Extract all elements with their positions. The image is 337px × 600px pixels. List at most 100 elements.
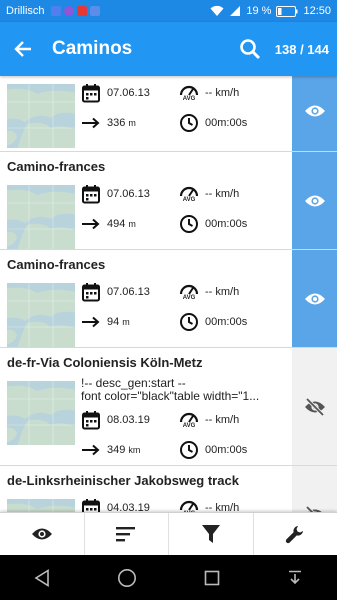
- clock-time: 12:50: [303, 5, 331, 17]
- eye-icon: [304, 195, 325, 206]
- stat-row-date-speed: 07.06.13 AVG -- km/h: [81, 277, 286, 307]
- search-icon[interactable]: [239, 38, 261, 60]
- download-arrow-icon[interactable]: [287, 570, 303, 586]
- distance-arrow-icon: [82, 316, 100, 328]
- map-thumbnail: [7, 84, 75, 148]
- description-line: font color="black"table width="1...: [81, 390, 260, 403]
- track-details: 07.06.13 AVG -- km/h 94 m 00m:00s: [7, 277, 286, 347]
- stat-row-date-speed: 08.03.19 AVG -- km/h: [81, 405, 286, 435]
- visibility-toggle[interactable]: [292, 348, 337, 465]
- back-arrow-icon[interactable]: [14, 40, 32, 58]
- track-card[interactable]: Camino-frances 07.06.13 AVG -- km/h 94 m 00m:0…: [0, 250, 337, 348]
- stat-row-date-speed: 07.06.13 AVG -- km/h: [81, 179, 286, 209]
- clock-icon: [180, 114, 198, 132]
- app-notification-icon: [50, 6, 61, 16]
- carrier-name: Drillisch: [6, 5, 45, 17]
- track-card[interactable]: de-fr-Via Coloniensis Köln-Metz !-- desc_…: [0, 348, 337, 466]
- speed-gauge-icon: AVG: [179, 185, 199, 203]
- recents-square-icon[interactable]: [204, 570, 220, 586]
- wrench-icon: [286, 526, 304, 544]
- visibility-toggle[interactable]: [292, 152, 337, 249]
- distance-stat: 494 m: [81, 214, 179, 234]
- track-speed: -- km/h: [205, 414, 240, 426]
- map-thumbnail: [7, 381, 75, 445]
- battery-icon: [276, 5, 298, 17]
- show-all-button[interactable]: [0, 513, 85, 555]
- date-stat: 07.06.13: [81, 83, 179, 103]
- track-date: 08.03.19: [107, 414, 150, 426]
- distance-unit: km: [128, 445, 141, 455]
- stat-row-date-speed: 04.03.19 AVG -- km/h: [81, 493, 286, 512]
- track-info: 07.06.13 AVG -- km/h 94 m 00m:00s: [75, 277, 286, 337]
- speed-stat: AVG -- km/h: [179, 283, 239, 301]
- track-card[interactable]: 07.06.13 AVG -- km/h 336 m 00m:00s: [0, 76, 337, 152]
- track-distance: 349: [107, 444, 126, 456]
- status-bar: Drillisch 19 % 12:50: [0, 0, 337, 22]
- date-stat: 08.03.19: [81, 410, 179, 430]
- track-duration: 00m:00s: [205, 316, 248, 328]
- calendar-icon: [82, 411, 100, 430]
- visibility-toggle[interactable]: [292, 76, 337, 151]
- eye-icon: [304, 293, 325, 304]
- track-title: Camino-frances: [7, 257, 106, 272]
- track-distance: 336: [107, 117, 126, 129]
- youtube-notification-icon: [76, 6, 87, 16]
- speed-gauge-icon: AVG: [179, 84, 199, 102]
- speed-stat: AVG -- km/h: [179, 84, 239, 102]
- eye-icon: [31, 528, 52, 540]
- track-date: 07.06.13: [107, 188, 150, 200]
- back-triangle-icon[interactable]: [34, 568, 50, 587]
- distance-stat: 94 m: [81, 312, 179, 332]
- distance-stat: 349 km: [81, 440, 179, 460]
- date-stat: 04.03.19: [81, 498, 179, 512]
- avg-label: AVG: [182, 197, 196, 203]
- sort-icon: [116, 527, 136, 542]
- app-notification-icon: [63, 6, 74, 16]
- track-card-body: Camino-frances 07.06.13 AVG -- km/h 94 m 00m:0…: [0, 250, 292, 347]
- track-speed: -- km/h: [205, 502, 240, 512]
- track-duration: 00m:00s: [205, 218, 248, 230]
- track-info: !-- desc_gen:start -- font color="black"t…: [75, 375, 286, 465]
- page-title: Caminos: [52, 38, 133, 59]
- avg-label: AVG: [182, 295, 196, 301]
- duration-stat: 00m:00s: [179, 440, 247, 460]
- distance-arrow-icon: [82, 218, 100, 230]
- clock-icon: [180, 441, 198, 459]
- visibility-toggle[interactable]: [292, 250, 337, 347]
- visibility-toggle[interactable]: [292, 466, 337, 512]
- filter-icon: [201, 525, 220, 543]
- filter-button[interactable]: [169, 513, 254, 555]
- track-card-body: de-Linksrheinischer Jakobsweg track 04.03…: [0, 466, 292, 512]
- sort-button[interactable]: [85, 513, 169, 555]
- app-bar: Caminos 138 / 144: [0, 22, 337, 76]
- stat-row-date-speed: 07.06.13 AVG -- km/h: [81, 78, 286, 108]
- wifi-icon: [210, 5, 224, 16]
- home-circle-icon[interactable]: [117, 568, 137, 588]
- speed-gauge-icon: AVG: [179, 499, 199, 512]
- stat-row-distance-duration: 494 m 00m:00s: [81, 209, 286, 239]
- track-date: 07.06.13: [107, 87, 150, 99]
- settings-button[interactable]: [254, 513, 337, 555]
- track-card[interactable]: Camino-frances 07.06.13 AVG -- km/h 494 m 00m:…: [0, 152, 337, 250]
- track-speed: -- km/h: [205, 87, 240, 99]
- clock-icon: [180, 313, 198, 331]
- eye-off-icon: [304, 397, 325, 416]
- track-title: de-fr-Via Coloniensis Köln-Metz: [7, 355, 203, 370]
- track-info: 07.06.13 AVG -- km/h 494 m 00m:00s: [75, 179, 286, 239]
- distance-unit: m: [122, 317, 130, 327]
- track-title: Camino-frances: [7, 159, 106, 174]
- status-right: 19 % 12:50: [210, 5, 331, 17]
- date-stat: 07.06.13: [81, 184, 179, 204]
- track-details: 07.06.13 AVG -- km/h 336 m 00m:00s: [7, 78, 286, 148]
- track-duration: 00m:00s: [205, 444, 248, 456]
- track-list[interactable]: 07.06.13 AVG -- km/h 336 m 00m:00s Camino-fran…: [0, 76, 337, 512]
- signal-icon: [230, 6, 241, 16]
- calendar-icon: [82, 84, 100, 103]
- track-speed: -- km/h: [205, 188, 240, 200]
- stat-row-distance-duration: 94 m 00m:00s: [81, 307, 286, 337]
- track-card-body: 07.06.13 AVG -- km/h 336 m 00m:00s: [0, 76, 292, 151]
- track-card[interactable]: de-Linksrheinischer Jakobsweg track 04.03…: [0, 466, 337, 512]
- duration-stat: 00m:00s: [179, 113, 247, 133]
- app-notification-icon: [89, 6, 100, 16]
- track-description: !-- desc_gen:start -- font color="black"t…: [81, 377, 286, 403]
